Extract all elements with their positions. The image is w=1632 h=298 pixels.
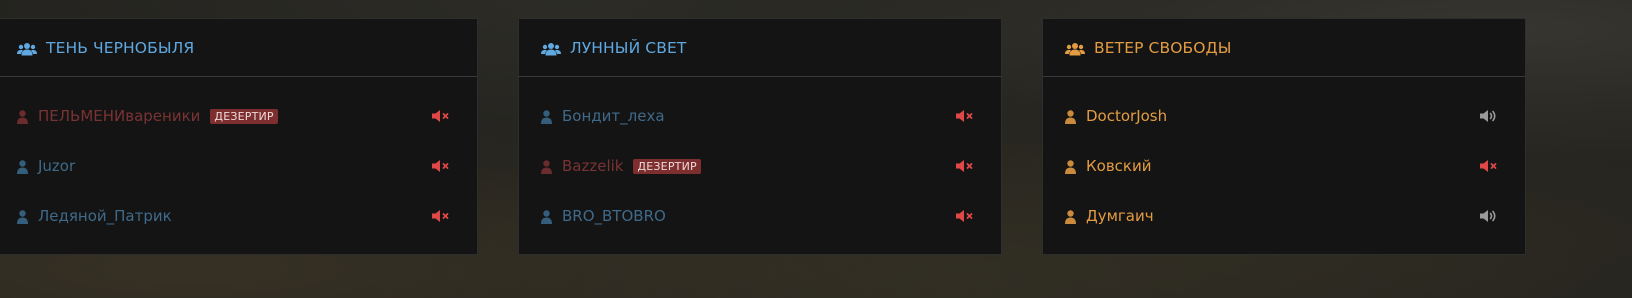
muted-speaker-icon[interactable] <box>431 158 451 174</box>
speaker-icon[interactable] <box>1479 208 1499 224</box>
team-name: ВЕТЕР СВОБОДЫ <box>1094 38 1232 57</box>
muted-speaker-icon[interactable] <box>1479 158 1499 174</box>
player-name: Думгаич <box>1086 207 1154 225</box>
player-name: Ледяной_Патрик <box>38 207 172 225</box>
player-row[interactable]: Juzor <box>0 141 477 191</box>
player-name: Juzor <box>38 157 76 175</box>
player-row[interactable]: Bazzelik ДЕЗЕРТИР <box>519 141 1001 191</box>
team-header: ВЕТЕР СВОБОДЫ <box>1043 19 1525 77</box>
player-name: BRO_BTOBRO <box>562 207 666 225</box>
player-row[interactable]: Думгаич <box>1043 191 1525 241</box>
player-row[interactable]: BRO_BTOBRO <box>519 191 1001 241</box>
users-icon <box>541 41 561 55</box>
muted-speaker-icon[interactable] <box>955 158 975 174</box>
team-panel-2: ЛУННЫЙ СВЕТ Бондит_леха Bazzelik ДЕЗЕРТИ… <box>518 18 1002 255</box>
user-icon <box>17 109 28 124</box>
deserter-badge: ДЕЗЕРТИР <box>633 158 701 174</box>
team-panel-1: ТЕНЬ ЧЕРНОБЫЛЯ ПЕЛЬМЕНИвареники ДЕЗЕРТИР… <box>0 18 478 255</box>
player-row[interactable]: Бондит_леха <box>519 91 1001 141</box>
player-name: Ковский <box>1086 157 1152 175</box>
team-panel-3: ВЕТЕР СВОБОДЫ DoctorJosh Ковский Думгаич <box>1042 18 1526 255</box>
users-icon <box>17 41 37 55</box>
muted-speaker-icon[interactable] <box>431 208 451 224</box>
user-icon <box>1065 159 1076 174</box>
user-icon <box>1065 109 1076 124</box>
muted-speaker-icon[interactable] <box>955 108 975 124</box>
player-row[interactable]: DoctorJosh <box>1043 91 1525 141</box>
deserter-badge: ДЕЗЕРТИР <box>210 108 278 124</box>
team-name: ТЕНЬ ЧЕРНОБЫЛЯ <box>46 38 195 57</box>
muted-speaker-icon[interactable] <box>431 108 451 124</box>
user-icon <box>1065 209 1076 224</box>
muted-speaker-icon[interactable] <box>955 208 975 224</box>
player-name: ПЕЛЬМЕНИвареники <box>38 107 201 125</box>
player-row[interactable]: Ковский <box>1043 141 1525 191</box>
player-name: Bazzelik <box>562 157 624 175</box>
team-header: ТЕНЬ ЧЕРНОБЫЛЯ <box>0 19 477 77</box>
player-row[interactable]: Ледяной_Патрик <box>0 191 477 241</box>
user-icon <box>17 209 28 224</box>
player-name: DoctorJosh <box>1086 107 1168 125</box>
team-name: ЛУННЫЙ СВЕТ <box>570 38 687 57</box>
user-icon <box>541 159 552 174</box>
speaker-icon[interactable] <box>1479 108 1499 124</box>
team-header: ЛУННЫЙ СВЕТ <box>519 19 1001 77</box>
player-row[interactable]: ПЕЛЬМЕНИвареники ДЕЗЕРТИР <box>0 91 477 141</box>
user-icon <box>17 159 28 174</box>
users-icon <box>1065 41 1085 55</box>
user-icon <box>541 209 552 224</box>
player-name: Бондит_леха <box>562 107 665 125</box>
user-icon <box>541 109 552 124</box>
